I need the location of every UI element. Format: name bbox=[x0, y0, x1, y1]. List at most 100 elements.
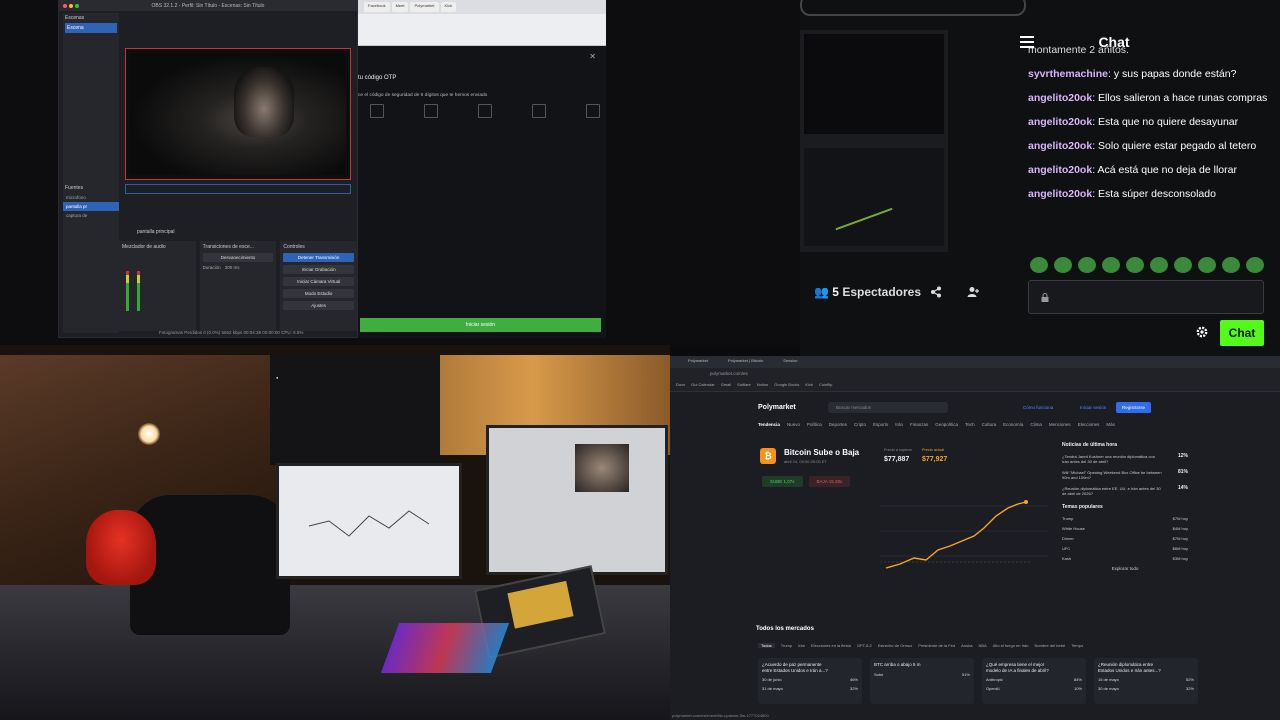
popular-item[interactable]: Kash $3M hoy bbox=[1062, 556, 1188, 561]
bookmark[interactable]: Notion bbox=[757, 382, 769, 389]
category-tab[interactable]: Cultura bbox=[982, 422, 997, 427]
emote-icon[interactable] bbox=[1198, 257, 1216, 273]
browser-tab[interactable]: Polymarket bbox=[680, 358, 716, 366]
virtual-camera-button[interactable]: Iniciar Cámara Virtual bbox=[283, 277, 355, 286]
bookmark[interactable]: Docs bbox=[676, 382, 685, 389]
settings-button[interactable]: Ajustes bbox=[283, 301, 355, 310]
stop-stream-button[interactable]: Detener Transmisión bbox=[283, 253, 355, 262]
emote-icon[interactable] bbox=[1078, 257, 1096, 273]
market-filter-tab[interactable]: GPT-5.2 bbox=[857, 643, 872, 648]
close-icon[interactable]: ✕ bbox=[589, 52, 596, 61]
chat-input[interactable] bbox=[1028, 280, 1264, 314]
studio-mode-button[interactable]: Modo Estudio bbox=[283, 289, 355, 298]
category-tab[interactable]: Finanzas bbox=[910, 422, 928, 427]
card-outcome[interactable]: Sube 51% bbox=[874, 672, 970, 677]
market-filter-tab[interactable]: Presidente de la Fed bbox=[918, 643, 955, 648]
volume-meter[interactable] bbox=[137, 271, 141, 311]
up-button[interactable]: SUBE 1,07x bbox=[762, 476, 803, 487]
card-outcome[interactable]: 30 de mayo 32% bbox=[1098, 686, 1194, 691]
browser-tab[interactable]: Session bbox=[775, 358, 805, 366]
browser-tab[interactable]: Kick bbox=[440, 2, 457, 12]
chat-username[interactable]: angelito20ok bbox=[1028, 188, 1092, 200]
market-filter-tab[interactable]: Elecciones en la fiesta bbox=[811, 643, 851, 648]
bookmark[interactable]: Google Books bbox=[774, 382, 799, 389]
category-tab[interactable]: Geopolítica bbox=[935, 422, 958, 427]
start-recording-button[interactable]: Iniciar Grabación bbox=[283, 265, 355, 274]
emote-icon[interactable] bbox=[1150, 257, 1168, 273]
duration-value[interactable]: 300 ms bbox=[225, 265, 240, 270]
category-tab[interactable]: Cripto bbox=[854, 422, 866, 427]
market-preview-card[interactable]: ¿Reunión diplomática entre Estados Unido… bbox=[1094, 658, 1198, 704]
emote-icon[interactable] bbox=[1126, 257, 1144, 273]
polymarket-logo[interactable]: Polymarket bbox=[758, 404, 796, 411]
login-link[interactable]: Iniciar sesión bbox=[1080, 405, 1106, 410]
down-button[interactable]: BAJA 15,38x bbox=[808, 476, 851, 487]
volume-meter[interactable] bbox=[126, 271, 129, 311]
chat-username[interactable]: angelito20ok bbox=[1028, 116, 1092, 128]
chat-username[interactable]: angelito20ok bbox=[1028, 164, 1092, 176]
market-filter-tab[interactable]: Anoka bbox=[961, 643, 972, 648]
close-icon[interactable] bbox=[63, 4, 67, 8]
card-outcome[interactable]: Anthropic 84% bbox=[986, 677, 1082, 682]
market-filter-tab[interactable]: Alto el fuego en Irán bbox=[993, 643, 1029, 648]
browser-tab[interactable]: Polymarket | Bitcoin bbox=[720, 358, 771, 366]
emote-icon[interactable] bbox=[1246, 257, 1264, 273]
user-add-icon[interactable] bbox=[967, 286, 979, 298]
category-tab[interactable]: Deportes bbox=[829, 422, 847, 427]
card-outcome[interactable]: 15 de mayo 52% bbox=[1098, 677, 1194, 682]
market-filter-tab[interactable]: Irán bbox=[798, 643, 805, 648]
market-filter-tab[interactable]: Trump bbox=[781, 643, 792, 648]
chat-username[interactable]: angelito20ok bbox=[1028, 92, 1092, 104]
category-tab[interactable]: Economía bbox=[1003, 422, 1023, 427]
category-tab[interactable]: Elecciones bbox=[1078, 422, 1100, 427]
browser-toolbar[interactable] bbox=[358, 14, 606, 46]
source-item[interactable]: pantalla pr bbox=[63, 202, 119, 211]
scene-item[interactable]: Escena bbox=[65, 23, 117, 33]
bookmark[interactable]: Gui Calendar bbox=[691, 382, 715, 389]
browser-tab[interactable]: Meet bbox=[391, 2, 409, 12]
popular-item[interactable]: Dinner $7M hoy bbox=[1062, 536, 1188, 541]
category-tab[interactable]: Más bbox=[1106, 422, 1115, 427]
bookmark[interactable]: Solflare bbox=[737, 382, 751, 389]
category-tab[interactable]: Irán bbox=[895, 422, 903, 427]
share-icon[interactable] bbox=[930, 286, 942, 298]
minimize-icon[interactable] bbox=[69, 4, 73, 8]
market-filter-tab[interactable]: Todos bbox=[758, 643, 775, 648]
category-tab[interactable]: Nuevo bbox=[787, 422, 800, 427]
market-filter-tab[interactable]: NBA bbox=[978, 643, 986, 648]
chat-username[interactable]: angelito20ok bbox=[1028, 140, 1092, 152]
emote-icon[interactable] bbox=[1222, 257, 1240, 273]
category-tab[interactable]: Política bbox=[807, 422, 822, 427]
category-tab[interactable]: Esports bbox=[873, 422, 888, 427]
category-tab[interactable]: Tech bbox=[965, 422, 975, 427]
market-preview-card[interactable]: BTC arriba o abajo 5 m Sube 51% bbox=[870, 658, 974, 704]
bookmark[interactable]: Gmail bbox=[721, 382, 731, 389]
category-tab[interactable]: Menciones bbox=[1049, 422, 1071, 427]
category-tab[interactable]: Clima bbox=[1030, 422, 1042, 427]
browser-tab[interactable]: Facebook bbox=[364, 2, 390, 12]
register-button[interactable]: Registrarse bbox=[1116, 402, 1152, 413]
emote-icon[interactable] bbox=[1102, 257, 1120, 273]
market-preview-card[interactable]: ¿Acuerdo de paz permanente entre Estados… bbox=[758, 658, 862, 704]
address-bar[interactable]: polymarket.com/es bbox=[670, 368, 1280, 380]
gear-icon[interactable] bbox=[1195, 325, 1209, 339]
popular-item[interactable]: White House $4M hoy bbox=[1062, 526, 1188, 531]
category-tab[interactable]: Tendencia bbox=[758, 422, 780, 427]
how-it-works-link[interactable]: Cómo funciona bbox=[1023, 405, 1053, 410]
market-filter-tab[interactable]: Estrecho de Ormuz bbox=[878, 643, 912, 648]
popular-item[interactable]: Trump $7M hoy bbox=[1062, 516, 1188, 521]
otp-digit-input[interactable] bbox=[370, 104, 384, 118]
emote-icon[interactable] bbox=[1030, 257, 1048, 273]
explore-all-link[interactable]: Explorar todo bbox=[1062, 566, 1188, 571]
otp-digit-input[interactable] bbox=[424, 104, 438, 118]
emote-icon[interactable] bbox=[1054, 257, 1072, 273]
otp-digit-input[interactable] bbox=[586, 104, 600, 118]
source-item[interactable]: microfono bbox=[63, 193, 119, 202]
otp-digit-input[interactable] bbox=[478, 104, 492, 118]
news-item[interactable]: ¿Reunión diplomática entre EE. UU. e Irá… bbox=[1062, 486, 1188, 497]
chat-username[interactable]: syvrthemachine bbox=[1028, 68, 1108, 80]
card-outcome[interactable]: 30 de junio 46% bbox=[762, 677, 858, 682]
maximize-icon[interactable] bbox=[75, 4, 79, 8]
window-controls[interactable] bbox=[63, 4, 79, 8]
popular-item[interactable]: UFC $6M hoy bbox=[1062, 546, 1188, 551]
